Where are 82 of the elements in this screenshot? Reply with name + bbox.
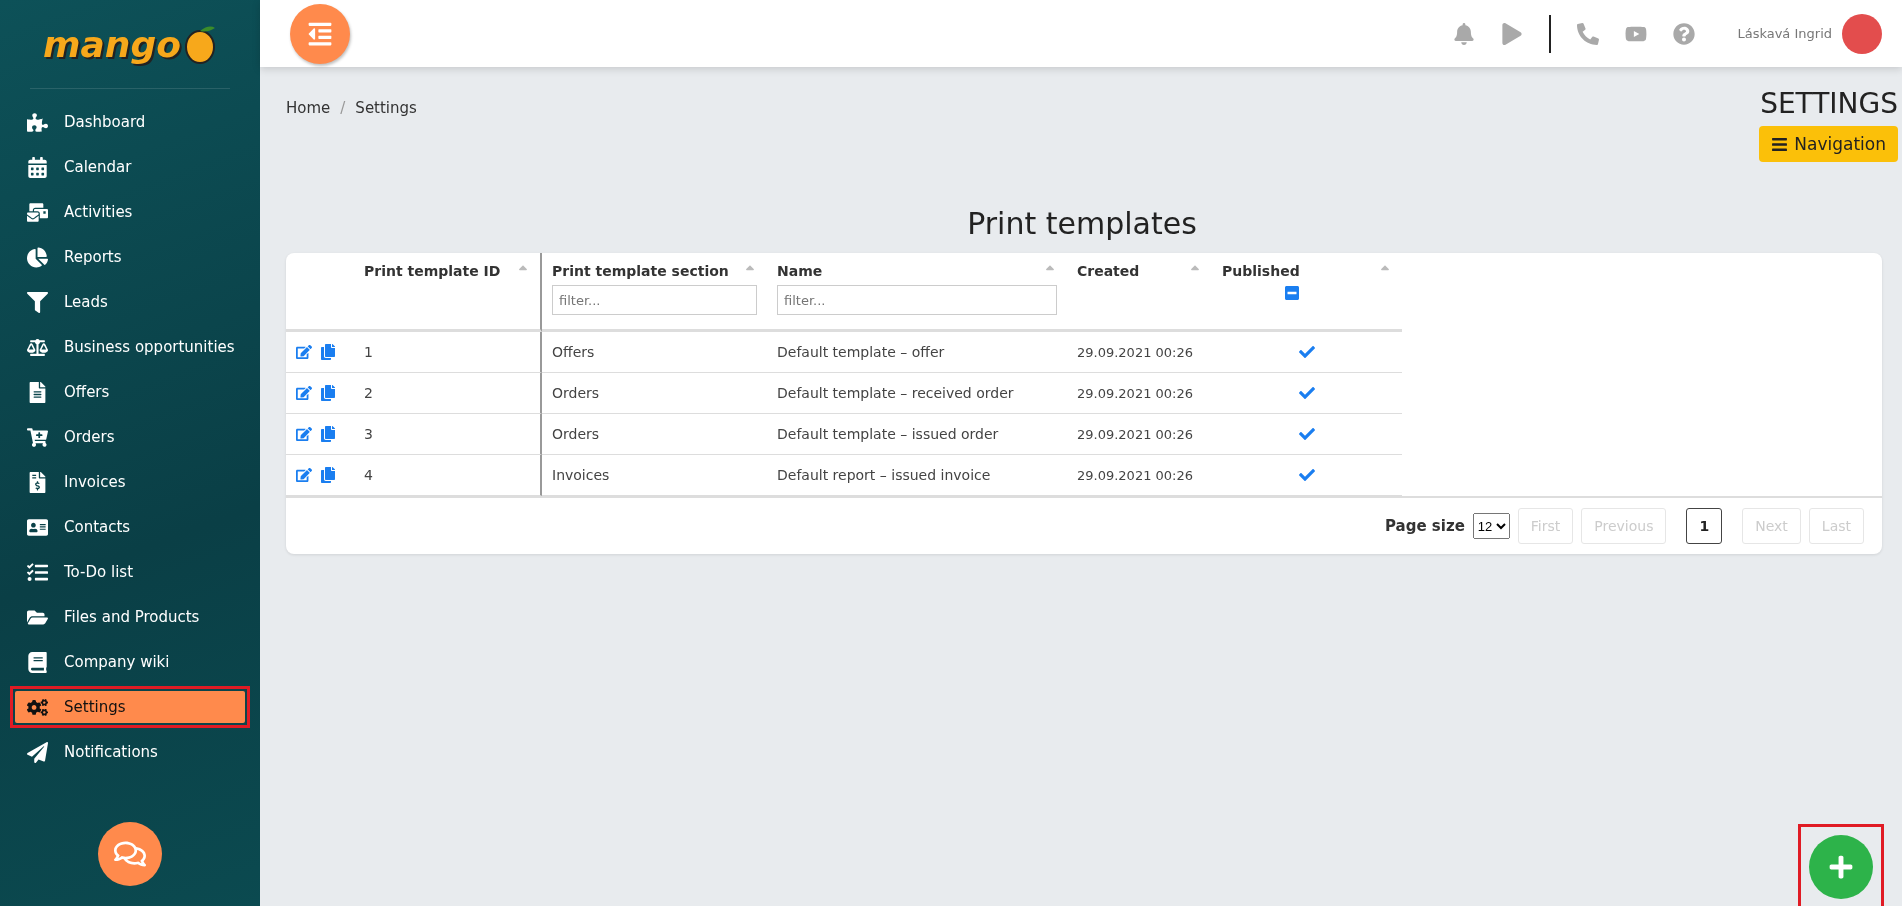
- filter-checkbox[interactable]: [1284, 285, 1300, 301]
- copy-icon[interactable]: [320, 344, 336, 360]
- navigation-button[interactable]: Navigation: [1759, 126, 1898, 162]
- sidebar-item[interactable]: Business opportunities: [15, 331, 245, 363]
- page-title: SETTINGS: [1760, 87, 1898, 120]
- edit-icon[interactable]: [296, 385, 312, 401]
- table-cell: Default report – issued invoice: [767, 455, 1067, 496]
- column-header[interactable]: Created: [1077, 263, 1140, 279]
- page-size-label: Page size: [1385, 517, 1465, 535]
- pie-chart-icon: [27, 246, 48, 268]
- sidebar-item[interactable]: Company wiki: [15, 646, 245, 678]
- page-number-button[interactable]: 1: [1686, 508, 1723, 544]
- table-cell: Orders: [542, 414, 767, 455]
- outdent-icon: [307, 20, 333, 47]
- user-name[interactable]: Láskavá Ingrid: [1737, 26, 1832, 41]
- cart-icon: [27, 426, 48, 448]
- sidebar-item[interactable]: Notifications: [15, 736, 245, 768]
- sidebar-item[interactable]: To-Do list: [15, 556, 245, 588]
- filter-icon: [27, 291, 48, 313]
- mango-icon: [182, 24, 217, 64]
- sidebar-item[interactable]: Activities: [15, 196, 245, 228]
- breadcrumb-separator: /: [340, 99, 346, 117]
- column-header[interactable]: Print template section: [552, 263, 729, 279]
- sidebar-item[interactable]: Orders: [15, 421, 245, 453]
- table-cell: 29.09.2021 00:26: [1067, 373, 1212, 414]
- scales-icon: [27, 336, 48, 358]
- sidebar-item[interactable]: Leads: [15, 286, 245, 318]
- filter-field[interactable]: filter...: [777, 285, 1057, 315]
- sidebar-item[interactable]: Settings: [15, 691, 245, 723]
- plus-icon: [1828, 854, 1854, 880]
- table-cell: Offers: [542, 332, 767, 373]
- bell-icon[interactable]: [1453, 22, 1476, 45]
- sidebar-item[interactable]: Offers: [15, 376, 245, 408]
- phone-icon[interactable]: [1577, 22, 1600, 45]
- gears-icon: [27, 696, 48, 718]
- column-header[interactable]: Name: [777, 263, 823, 279]
- document-icon: [27, 381, 48, 403]
- filter-field[interactable]: filter...: [552, 285, 757, 315]
- menu-icon: [1771, 135, 1789, 153]
- copy-icon[interactable]: [320, 467, 336, 483]
- sidebar-item[interactable]: Calendar: [15, 151, 245, 183]
- copy-icon[interactable]: [320, 385, 336, 401]
- play-icon[interactable]: [1501, 22, 1524, 45]
- paper-plane-icon: [27, 741, 48, 763]
- table-cell: 29.09.2021 00:26: [1067, 414, 1212, 455]
- edit-icon[interactable]: [296, 467, 312, 483]
- envelopes-icon: [27, 201, 48, 223]
- table-cell: 3: [354, 414, 542, 455]
- table-cell: Default template – offer: [767, 332, 1067, 373]
- column-header[interactable]: Print template ID: [364, 263, 501, 279]
- sidebar-item[interactable]: Reports: [15, 241, 245, 273]
- table-cell: 29.09.2021 00:26: [1067, 455, 1212, 496]
- sidebar-item[interactable]: Files and Products: [15, 601, 245, 633]
- column-header[interactable]: Published: [1222, 263, 1300, 279]
- help-icon[interactable]: [1673, 22, 1696, 45]
- table-cell: Default template – received order: [767, 373, 1067, 414]
- table-title: Print templates: [967, 206, 1197, 241]
- table-cell: Invoices: [542, 455, 767, 496]
- sidebar-item[interactable]: Contacts: [15, 511, 245, 543]
- logo: mango: [43, 23, 181, 65]
- sidebar-item[interactable]: Dashboard: [15, 106, 245, 138]
- edit-icon[interactable]: [296, 344, 312, 360]
- invoice-icon: [27, 471, 48, 493]
- menu-toggle-button[interactable]: [290, 3, 350, 64]
- id-card-icon: [27, 516, 48, 538]
- table-cell: Orders: [542, 373, 767, 414]
- table-cell: 2: [354, 373, 542, 414]
- book-icon: [27, 651, 48, 673]
- table-cell: 4: [354, 455, 542, 496]
- edit-icon[interactable]: [296, 426, 312, 442]
- breadcrumb-item: Settings: [355, 99, 417, 117]
- table-cell: 29.09.2021 00:26: [1067, 332, 1212, 373]
- page-size-select[interactable]: 12: [1472, 513, 1510, 539]
- checklist-icon: [27, 561, 48, 583]
- puzzle-icon: [27, 111, 48, 133]
- table-cell: 1: [354, 332, 542, 373]
- table-cell: Default template – issued order: [767, 414, 1067, 455]
- avatar[interactable]: [1842, 13, 1882, 54]
- copy-icon[interactable]: [320, 426, 336, 442]
- calendar-icon: [27, 156, 48, 178]
- sidebar-item[interactable]: Invoices: [15, 466, 245, 498]
- breadcrumb-item[interactable]: Home: [286, 99, 331, 117]
